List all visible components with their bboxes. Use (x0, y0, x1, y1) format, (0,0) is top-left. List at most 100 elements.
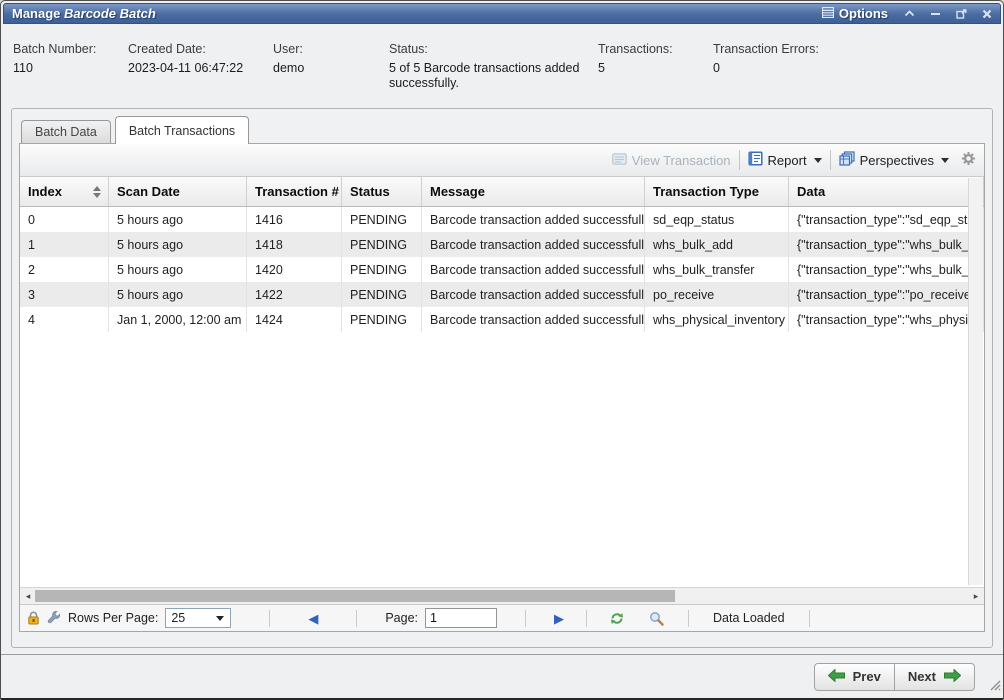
column-header-index[interactable]: Index (20, 177, 109, 206)
grid-toolbar: View Transaction Report Perspectives (20, 144, 984, 177)
perspectives-button[interactable]: Perspectives (839, 151, 949, 169)
cell-status: PENDING (342, 232, 422, 257)
column-header-message-label: Message (430, 184, 485, 199)
transactions-label: Transactions: (598, 42, 673, 56)
table-row[interactable]: 3 5 hours ago 1422 PENDING Barcode trans… (20, 282, 984, 307)
table-row[interactable]: 1 5 hours ago 1418 PENDING Barcode trans… (20, 232, 984, 257)
resize-grip[interactable] (988, 678, 1001, 696)
transaction-errors-field: Transaction Errors: 0 (713, 42, 819, 75)
column-header-status[interactable]: Status (342, 177, 422, 206)
pager-separator (356, 610, 357, 627)
tab-batch-data-label: Batch Data (35, 125, 97, 139)
cell-message: Barcode transaction added successfully. (422, 257, 645, 282)
cell-scan-date: 5 hours ago (109, 232, 247, 257)
tab-batch-transactions[interactable]: Batch Transactions (115, 116, 249, 144)
rows-per-page-value: 25 (171, 611, 185, 625)
view-transaction-button[interactable]: View Transaction (612, 153, 731, 168)
rows-per-page-label: Rows Per Page: (68, 611, 158, 625)
rows-per-page-select[interactable]: 25 (165, 608, 231, 628)
cell-message: Barcode transaction added successfully. (422, 282, 645, 307)
column-header-message[interactable]: Message (422, 177, 645, 206)
cell-status: PENDING (342, 257, 422, 282)
cell-status: PENDING (342, 207, 422, 232)
grid-settings-button[interactable] (961, 151, 976, 169)
scroll-left-arrow-icon[interactable]: ◂ (20, 588, 36, 604)
window-title-emphasis: Barcode Batch (64, 6, 156, 21)
column-header-transaction-type[interactable]: Transaction Type (645, 177, 789, 206)
cell-data: {"transaction_type":"whs_physical_inven (789, 307, 984, 332)
cell-scan-date: 5 hours ago (109, 257, 247, 282)
report-button[interactable]: Report (748, 151, 822, 169)
cell-data: {"transaction_type":"po_receive","barco (789, 282, 984, 307)
column-header-status-label: Status (350, 184, 390, 199)
column-header-scan-date[interactable]: Scan Date (109, 177, 247, 206)
previous-page-icon[interactable]: ◀ (308, 612, 318, 625)
cell-transaction-type: po_receive (645, 282, 789, 307)
column-header-data[interactable]: Data (789, 177, 984, 206)
search-icon[interactable] (649, 611, 664, 626)
horizontal-scrollbar: ◂ ▸ (20, 587, 984, 604)
created-date-field: Created Date: 2023-04-11 06:47:22 (128, 42, 243, 75)
options-menu-icon (822, 6, 834, 21)
column-header-scan-date-label: Scan Date (117, 184, 180, 199)
column-header-transaction-number[interactable]: Transaction # (247, 177, 342, 206)
wrench-icon[interactable] (47, 611, 61, 625)
cell-transaction-number: 1422 (247, 282, 342, 307)
footer-bar: Prev Next (1, 654, 1003, 698)
cell-scan-date: 5 hours ago (109, 207, 247, 232)
report-label: Report (768, 153, 807, 168)
report-icon (748, 151, 763, 169)
pager-separator (525, 610, 526, 627)
cell-transaction-number: 1420 (247, 257, 342, 282)
pager-separator (269, 610, 270, 627)
scroll-right-arrow-icon[interactable]: ▸ (968, 588, 984, 604)
minimize-icon[interactable] (930, 9, 941, 18)
table-row[interactable]: 0 5 hours ago 1416 PENDING Barcode trans… (20, 207, 984, 232)
horizontal-scrollbar-thumb[interactable] (35, 590, 675, 602)
transaction-errors-value: 0 (713, 61, 819, 75)
view-transaction-label: View Transaction (632, 153, 731, 168)
collapse-icon[interactable] (904, 9, 915, 18)
cell-index: 0 (20, 207, 109, 232)
column-header-index-label: Index (28, 184, 62, 199)
perspectives-icon (839, 151, 855, 169)
page-input[interactable] (425, 608, 497, 628)
column-header-transaction-number-label: Transaction # (255, 184, 339, 199)
tab-panel: Batch Data Batch Transactions View Trans… (11, 108, 993, 648)
report-caret-icon (814, 158, 822, 163)
batch-number-value: 110 (13, 61, 96, 75)
tab-strip: Batch Data Batch Transactions (21, 115, 249, 143)
pager-separator (809, 610, 810, 627)
refresh-icon[interactable] (609, 611, 625, 626)
batch-number-field: Batch Number: 110 (13, 42, 96, 75)
tab-batch-transactions-label: Batch Transactions (129, 124, 235, 138)
cell-data: {"transaction_type":"sd_eqp_status","b (789, 207, 984, 232)
created-date-label: Created Date: (128, 42, 243, 56)
prev-button[interactable]: Prev (814, 663, 895, 691)
sort-icon (93, 186, 101, 198)
user-field: User: demo (273, 42, 304, 75)
window-title-prefix: Manage (12, 6, 64, 21)
page-label: Page: (385, 611, 418, 625)
table-row[interactable]: 4 Jan 1, 2000, 12:00 am 1424 PENDING Bar… (20, 307, 984, 332)
window-title: Manage Barcode Batch (12, 6, 156, 21)
pager-bar: Rows Per Page: 25 ◀ Page: ▶ (20, 604, 984, 631)
table-row[interactable]: 2 5 hours ago 1420 PENDING Barcode trans… (20, 257, 984, 282)
lock-columns-icon[interactable] (27, 611, 40, 625)
cell-transaction-number: 1416 (247, 207, 342, 232)
status-label: Status: (389, 42, 591, 56)
batch-number-label: Batch Number: (13, 42, 96, 56)
options-button[interactable]: Options (822, 6, 888, 21)
cell-index: 4 (20, 307, 109, 332)
user-label: User: (273, 42, 304, 56)
cell-index: 3 (20, 282, 109, 307)
popout-icon[interactable] (956, 9, 967, 19)
cell-transaction-type: whs_bulk_add (645, 232, 789, 257)
next-button[interactable]: Next (895, 663, 975, 691)
cell-scan-date: Jan 1, 2000, 12:00 am (109, 307, 247, 332)
next-page-icon[interactable]: ▶ (554, 612, 564, 625)
tab-batch-data[interactable]: Batch Data (21, 120, 111, 143)
cell-transaction-number: 1418 (247, 232, 342, 257)
cell-transaction-type: whs_bulk_transfer (645, 257, 789, 282)
close-icon[interactable] (982, 9, 992, 19)
